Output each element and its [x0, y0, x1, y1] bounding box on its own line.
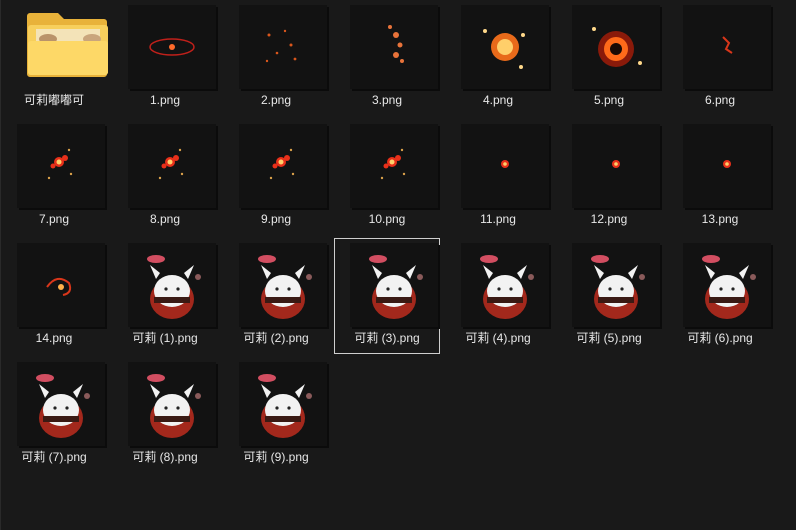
image-thumbnail — [128, 362, 216, 446]
file-tile[interactable]: 14.png — [1, 238, 107, 354]
file-explorer-content: 可莉嘟嘟可 1.png 2.png 3.png 4.png 5.png 6.png 7.pn… — [0, 0, 796, 530]
file-label: 7.png — [38, 212, 70, 226]
image-thumbnail — [350, 124, 438, 208]
file-tile[interactable]: 2.png — [223, 0, 329, 116]
image-thumbnail — [239, 243, 327, 327]
file-tile[interactable]: 13.png — [667, 119, 773, 235]
file-label: 14.png — [35, 331, 73, 345]
file-tile[interactable]: 可莉 (8).png — [112, 357, 218, 473]
image-thumbnail — [17, 362, 105, 446]
file-tile[interactable]: 7.png — [1, 119, 107, 235]
file-label: 1.png — [149, 93, 181, 107]
file-tile[interactable]: 可莉 (4).png — [445, 238, 551, 354]
folder-label: 可莉嘟嘟可 — [23, 93, 84, 107]
file-tile[interactable]: 可莉 (7).png — [1, 357, 107, 473]
file-tile[interactable]: 可莉 (2).png — [223, 238, 329, 354]
image-thumbnail — [239, 362, 327, 446]
file-label: 可莉 (3).png — [354, 331, 420, 345]
file-tile[interactable]: 1.png — [112, 0, 218, 116]
file-label: 10.png — [368, 212, 406, 226]
file-tile[interactable]: 4.png — [445, 0, 551, 116]
file-label: 3.png — [371, 93, 403, 107]
file-label: 11.png — [480, 212, 516, 226]
file-label: 9.png — [260, 212, 292, 226]
folder-icon — [27, 13, 108, 77]
image-thumbnail — [461, 124, 549, 208]
image-thumbnail — [128, 243, 216, 327]
image-thumbnail — [350, 243, 438, 327]
file-label: 可莉 (6).png — [687, 331, 753, 345]
file-tile[interactable]: 可莉 (1).png — [112, 238, 218, 354]
file-label: 可莉 (4).png — [465, 331, 531, 345]
image-thumbnail — [239, 5, 327, 89]
image-thumbnail — [128, 124, 216, 208]
image-thumbnail — [239, 124, 327, 208]
file-label: 2.png — [260, 93, 292, 107]
image-thumbnail — [572, 124, 660, 208]
file-tile[interactable]: 可莉 (3).png — [334, 238, 440, 354]
file-label: 8.png — [149, 212, 181, 226]
file-tile[interactable]: 11.png — [445, 119, 551, 235]
file-label: 可莉 (9).png — [243, 450, 309, 464]
image-thumbnail — [128, 5, 216, 89]
file-tile[interactable]: 可莉 (5).png — [556, 238, 662, 354]
image-thumbnail — [572, 243, 660, 327]
image-thumbnail — [461, 243, 549, 327]
file-label: 可莉 (5).png — [576, 331, 642, 345]
file-label: 可莉 (8).png — [132, 450, 198, 464]
file-label: 13.png — [701, 212, 739, 226]
image-thumbnail — [17, 124, 105, 208]
image-thumbnail — [17, 243, 105, 327]
file-label: 可莉 (7).png — [21, 450, 87, 464]
image-thumbnail — [683, 124, 771, 208]
image-thumbnail — [461, 5, 549, 89]
file-tile[interactable]: 9.png — [223, 119, 329, 235]
file-tile[interactable]: 5.png — [556, 0, 662, 116]
file-label: 可莉 (2).png — [243, 331, 309, 345]
file-label: 可莉 (1).png — [132, 331, 198, 345]
image-thumbnail — [572, 5, 660, 89]
file-tile[interactable]: 8.png — [112, 119, 218, 235]
image-thumbnail — [683, 5, 771, 89]
folder-tile[interactable]: 可莉嘟嘟可 — [1, 0, 108, 116]
file-tile[interactable]: 可莉 (9).png — [223, 357, 329, 473]
file-label: 5.png — [593, 93, 625, 107]
image-thumbnail — [683, 243, 771, 327]
image-thumbnail — [350, 5, 438, 89]
file-tile[interactable]: 10.png — [334, 119, 440, 235]
file-tile[interactable]: 可莉 (6).png — [667, 238, 773, 354]
file-tile[interactable]: 3.png — [334, 0, 440, 116]
file-label: 6.png — [704, 93, 736, 107]
file-label: 4.png — [482, 93, 514, 107]
file-tile[interactable]: 6.png — [667, 0, 773, 116]
file-tile[interactable]: 12.png — [556, 119, 662, 235]
file-label: 12.png — [590, 212, 628, 226]
